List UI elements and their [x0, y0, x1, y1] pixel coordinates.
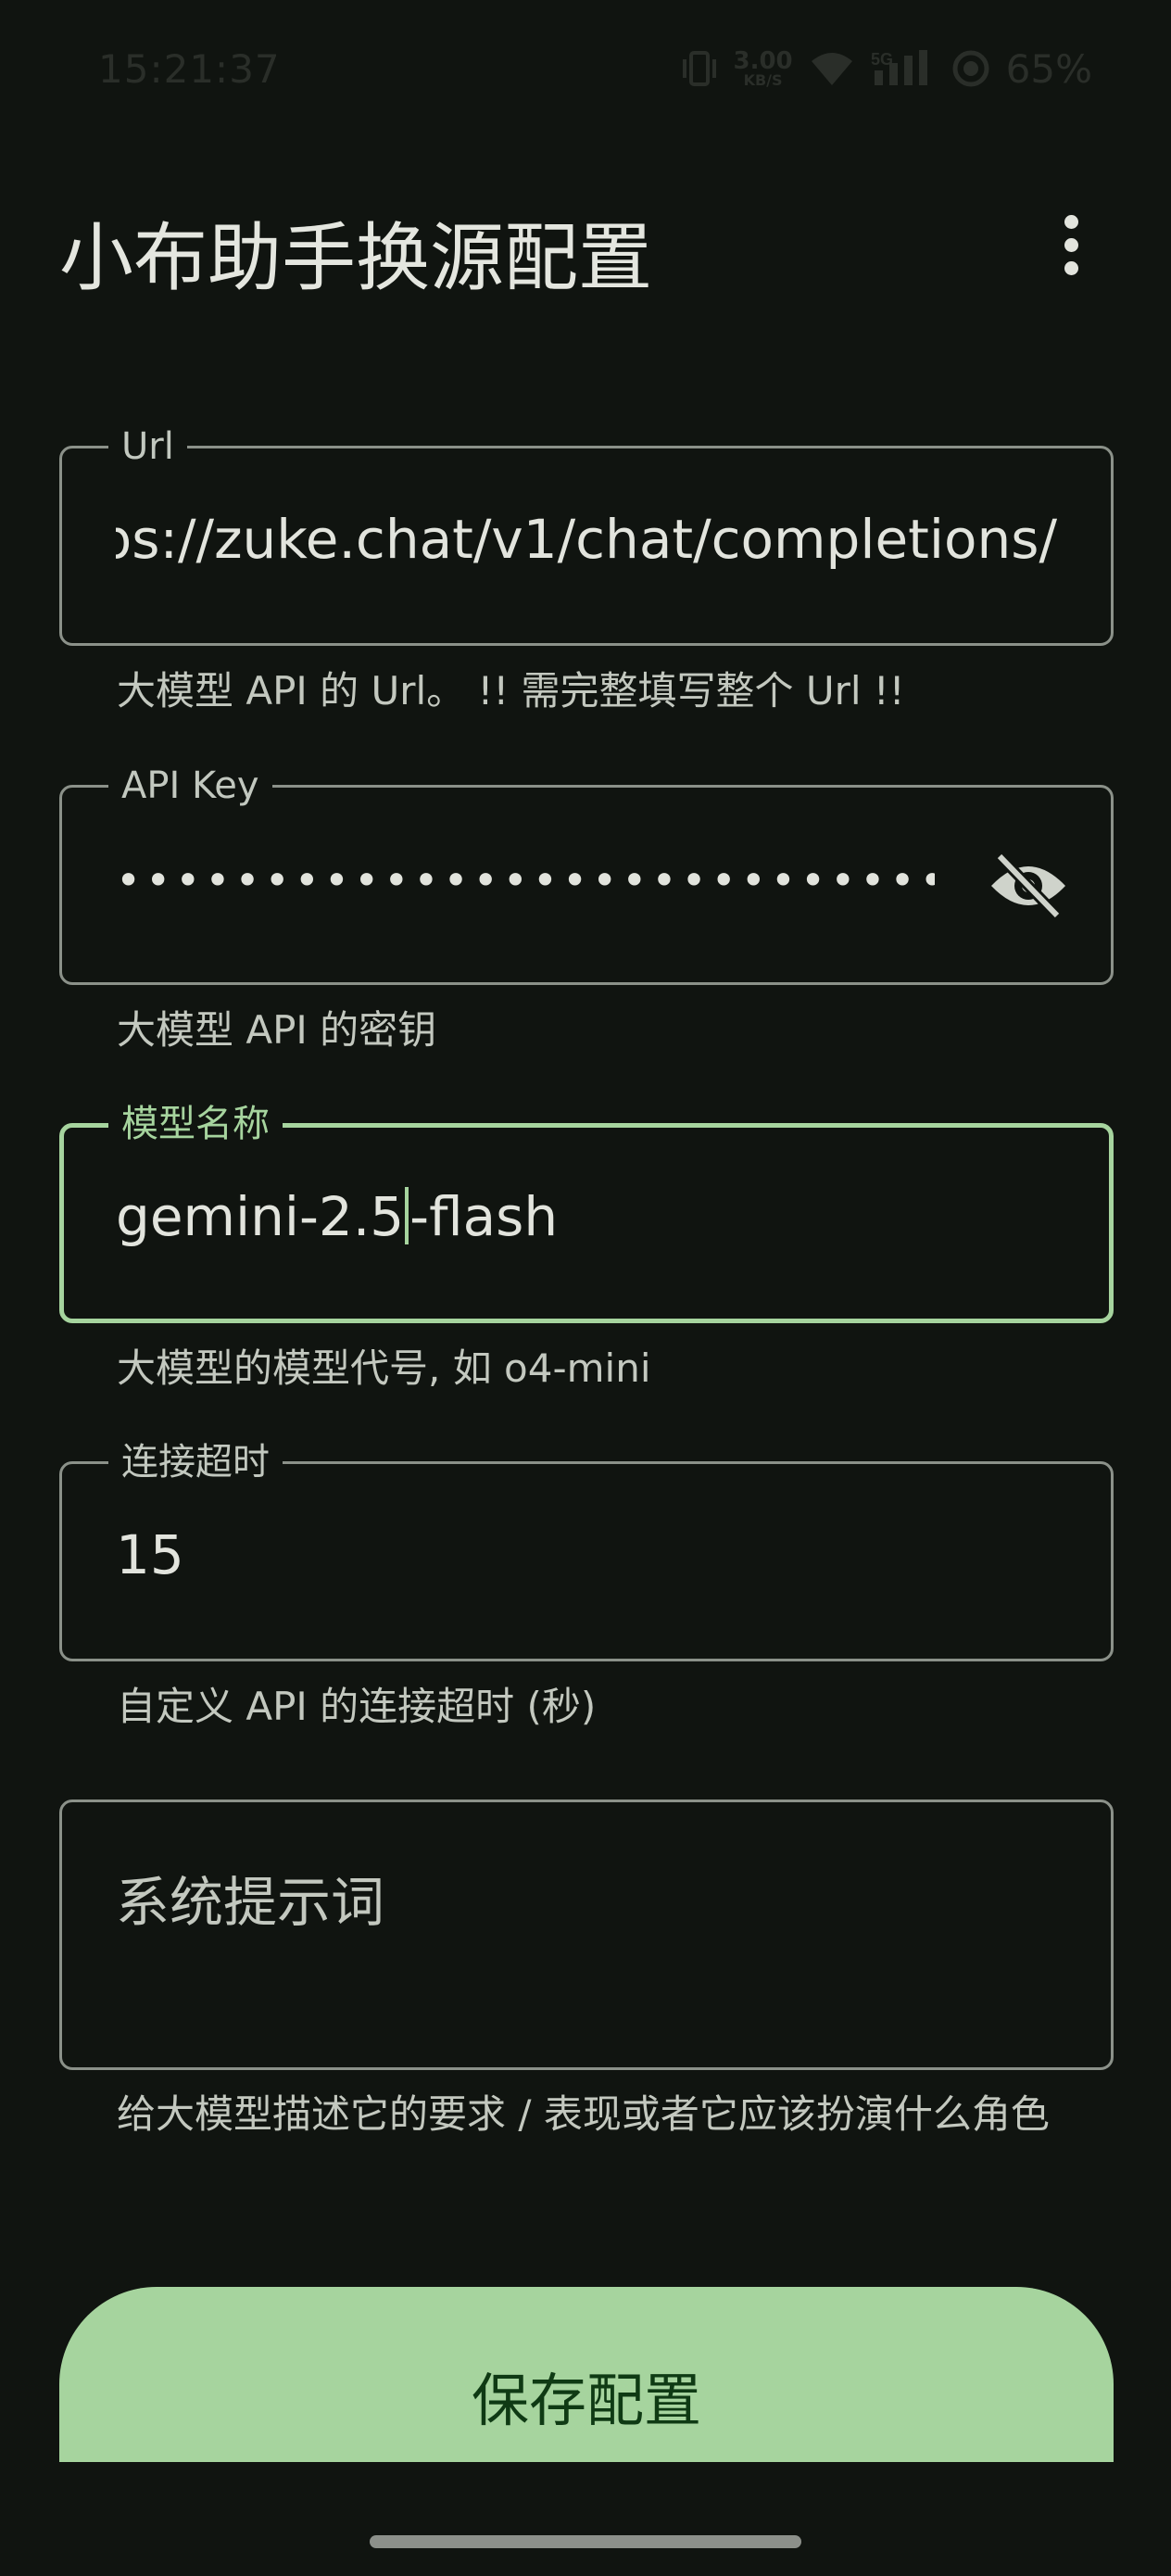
status-bar: 15:21:37 3.00 KB/S 5G 65% — [0, 0, 1171, 139]
signal-5g-icon: 5G — [871, 50, 927, 85]
api-key-helper-text: 大模型 API 的密钥 — [117, 1007, 437, 1053]
more-dot — [1064, 237, 1078, 252]
url-field[interactable]: Url https://zuke.chat/v1/chat/completion… — [59, 424, 1114, 646]
url-input[interactable]: https://zuke.chat/v1/chat/completions/ — [116, 504, 1057, 575]
page-title: 小布助手换源配置 — [59, 215, 652, 301]
api-key-input[interactable]: •••••••••••••••••••••••••••• — [116, 845, 935, 915]
model-name-text-before: gemini-2.5 — [116, 1185, 405, 1248]
url-input-text: https://zuke.chat/v1/chat/completions/ — [116, 508, 1057, 571]
more-vert-icon[interactable] — [1043, 206, 1099, 284]
bottom-bar-background — [0, 2462, 1171, 2576]
more-dot — [1064, 260, 1078, 275]
net-speed-value: 3.00 — [733, 47, 793, 75]
url-field-label: Url — [108, 424, 187, 469]
timeout-field[interactable]: 连接超时 15 — [59, 1440, 1114, 1661]
battery-percent: 65% — [1005, 45, 1092, 92]
text-cursor — [405, 1187, 409, 1244]
model-name-text-after: -flash — [409, 1185, 559, 1248]
model-name-input[interactable]: gemini-2.5 -flash — [116, 1181, 1055, 1252]
timeout-input[interactable]: 15 — [116, 1520, 1057, 1590]
status-icons: 3.00 KB/S 5G 65% — [681, 43, 1092, 95]
timeout-helper-text: 自定义 API 的连接超时 (秒) — [117, 1684, 597, 1729]
net-speed-unit: KB/S — [743, 71, 783, 89]
api-key-field-label: API Key — [108, 764, 272, 808]
model-name-helper-text: 大模型的模型代号, 如 o4-mini — [117, 1345, 651, 1391]
visibility-off-icon[interactable] — [987, 849, 1070, 923]
net-speed: 3.00 KB/S — [733, 49, 792, 88]
model-name-field-label: 模型名称 — [108, 1102, 283, 1146]
url-helper-text: 大模型 API 的 Url。 !! 需完整填写整个 Url !! — [117, 668, 905, 713]
wifi-icon — [811, 53, 852, 85]
model-name-field[interactable]: 模型名称 gemini-2.5 -flash — [59, 1102, 1114, 1323]
system-prompt-field[interactable]: 系统提示词 — [59, 1799, 1114, 2070]
api-key-field[interactable]: API Key •••••••••••••••••••••••••••• — [59, 764, 1114, 985]
timeout-field-label: 连接超时 — [108, 1440, 283, 1484]
battery-saver-icon — [952, 50, 989, 87]
home-indicator[interactable] — [370, 2535, 801, 2548]
screen: 15:21:37 3.00 KB/S 5G 65% 小布助手换源配置 Url h… — [0, 0, 1171, 2576]
system-prompt-helper-text: 给大模型描述它的要求 / 表现或者它应该扮演什么角色 — [117, 2091, 1050, 2137]
system-prompt-input[interactable]: 系统提示词 — [116, 1867, 1057, 1938]
save-config-button[interactable]: 保存配置 — [59, 2287, 1114, 2481]
status-time: 15:21:37 — [98, 46, 281, 92]
vibrate-icon — [683, 51, 717, 86]
more-dot — [1064, 214, 1078, 229]
save-config-label: 保存配置 — [471, 2367, 701, 2434]
